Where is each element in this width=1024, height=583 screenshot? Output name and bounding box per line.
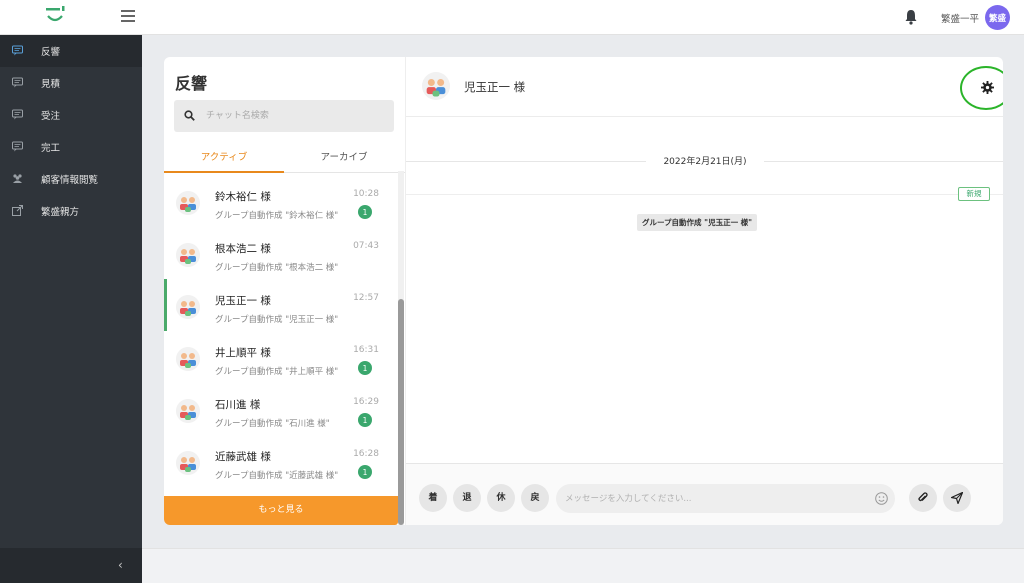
user-avatar[interactable]: 繁盛 <box>985 5 1010 30</box>
settings-button[interactable] <box>960 66 1003 110</box>
sidebar-item-hanjo-oyakata[interactable]: 繁盛親方 <box>0 195 142 227</box>
group-avatar-icon <box>422 72 450 100</box>
attach-button[interactable] <box>909 484 937 512</box>
quick-button-leave[interactable]: 退 <box>453 484 481 512</box>
chat-icon <box>12 141 23 152</box>
sidebar-item-customer-info[interactable]: 顧客情報閲覧 <box>0 163 142 195</box>
chat-tabs: アクティブ アーカイブ <box>164 146 405 173</box>
top-bar: 繁盛一平 繁盛 <box>0 0 1024 35</box>
sidebar: 反響 見積 受注 完工 顧客情報閲覧 繁盛親方 ‹ <box>0 35 142 583</box>
chat-preview: グループ自動作成 "根本浩二 様" <box>215 263 339 273</box>
search-icon <box>184 110 195 121</box>
quick-button-arrive[interactable]: 着 <box>419 484 447 512</box>
menu-toggle-button[interactable] <box>121 10 135 22</box>
group-avatar-icon <box>176 191 200 215</box>
chat-name: 近藤武雄 様 <box>215 451 271 463</box>
logo-icon[interactable] <box>44 6 66 26</box>
group-avatar-icon <box>176 243 200 267</box>
chat-time: 10:28 <box>353 189 379 199</box>
sidebar-item-hankyo[interactable]: 反響 <box>0 35 142 67</box>
system-message: グループ自動作成 "児玉正一 様" <box>637 214 758 231</box>
quick-button-rest[interactable]: 休 <box>487 484 515 512</box>
sidebar-item-label: 顧客情報閲覧 <box>41 175 99 186</box>
chat-name: 根本浩二 様 <box>215 243 271 255</box>
chat-list-item[interactable]: 井上順平 様 16:31 グループ自動作成 "井上順平 様" 1 <box>164 331 398 383</box>
chat-list-item[interactable]: 石川進 様 16:29 グループ自動作成 "石川進 様" 1 <box>164 383 398 435</box>
chat-list-title: 反響 <box>175 74 208 93</box>
chat-preview: グループ自動作成 "鈴木裕仁 様" <box>215 211 339 221</box>
chat-preview: グループ自動作成 "近藤武雄 様" <box>215 471 339 481</box>
sidebar-footer: ‹ <box>0 548 142 583</box>
load-more-button[interactable]: もっと見る <box>164 496 398 525</box>
group-avatar-icon <box>176 295 200 319</box>
chat-name: 石川進 様 <box>215 399 261 411</box>
scrollbar-thumb[interactable] <box>398 299 404 525</box>
chat-list-item[interactable]: 鈴木裕仁 様 10:28 グループ自動作成 "鈴木裕仁 様" 1 <box>164 175 398 227</box>
chat-time: 12:57 <box>353 293 379 303</box>
unread-badge: 1 <box>358 413 372 427</box>
send-icon <box>951 492 963 504</box>
chat-list-item-selected[interactable]: 児玉正一 様 12:57 グループ自動作成 "児玉正一 様" <box>164 279 398 331</box>
gear-icon <box>981 81 994 94</box>
group-avatar-icon <box>176 451 200 475</box>
sidebar-item-label: 完工 <box>41 143 61 154</box>
chat-list-item[interactable]: 近藤武雄 様 16:28 グループ自動作成 "近藤武雄 様" 1 <box>164 435 398 487</box>
message-input[interactable] <box>556 484 895 513</box>
group-avatar-icon <box>176 399 200 423</box>
sidebar-item-kanko[interactable]: 完工 <box>0 131 142 163</box>
chat-list: 鈴木裕仁 様 10:28 グループ自動作成 "鈴木裕仁 様" 1 根本浩二 様 … <box>164 175 398 495</box>
chat-search <box>174 100 394 132</box>
external-link-icon <box>12 205 23 216</box>
chat-preview: グループ自動作成 "石川進 様" <box>215 419 330 429</box>
chat-icon <box>12 45 23 56</box>
chat-time: 07:43 <box>353 241 379 251</box>
chat-panel: 児玉正一 様 2022年2月21日(月) 新規 グループ自動作成 "児玉正一 様… <box>405 57 1003 525</box>
chat-name: 鈴木裕仁 様 <box>215 191 271 203</box>
quick-button-return[interactable]: 戻 <box>521 484 549 512</box>
chat-list-scrollbar[interactable] <box>398 171 404 525</box>
chat-preview: グループ自動作成 "児玉正一 様" <box>215 315 339 325</box>
chat-time: 16:31 <box>353 345 379 355</box>
chat-icon <box>12 109 23 120</box>
chat-header: 児玉正一 様 <box>406 57 1003 117</box>
chat-list-item[interactable]: 根本浩二 様 07:43 グループ自動作成 "根本浩二 様" <box>164 227 398 279</box>
send-button[interactable] <box>943 484 971 512</box>
tab-active[interactable]: アクティブ <box>164 146 284 173</box>
new-badge: 新規 <box>958 187 990 201</box>
unread-badge: 1 <box>358 205 372 219</box>
footer-strip <box>142 548 1024 583</box>
chat-icon <box>12 77 23 88</box>
chat-search-input[interactable] <box>206 109 386 123</box>
tab-archive[interactable]: アーカイブ <box>284 146 404 173</box>
chat-list-panel: 反響 アクティブ アーカイブ 鈴木裕仁 様 10:28 グループ自動作成 "鈴木… <box>164 57 405 525</box>
date-label: 2022年2月21日(月) <box>646 154 764 168</box>
new-divider <box>406 194 1003 195</box>
sidebar-item-label: 反響 <box>41 47 61 58</box>
unread-badge: 1 <box>358 465 372 479</box>
chat-time: 16:29 <box>353 397 379 407</box>
chat-name: 児玉正一 様 <box>215 295 271 307</box>
chat-name: 井上順平 様 <box>215 347 271 359</box>
chat-time: 16:28 <box>353 449 379 459</box>
chat-title: 児玉正一 様 <box>464 80 526 94</box>
sidebar-item-label: 見積 <box>41 79 61 90</box>
message-composer: 着 退 休 戻 <box>406 463 1003 525</box>
collapse-sidebar-button[interactable]: ‹ <box>118 558 132 572</box>
group-avatar-icon <box>176 347 200 371</box>
unread-badge: 1 <box>358 361 372 375</box>
chat-preview: グループ自動作成 "井上順平 様" <box>215 367 339 377</box>
sidebar-item-label: 受注 <box>41 111 61 122</box>
bell-icon[interactable] <box>904 9 918 25</box>
sidebar-item-label: 繁盛親方 <box>41 207 80 218</box>
sidebar-item-mitsumori[interactable]: 見積 <box>0 67 142 99</box>
user-name[interactable]: 繁盛一平 <box>941 11 979 25</box>
paperclip-icon <box>918 492 928 502</box>
users-icon <box>13 174 22 183</box>
emoji-icon[interactable] <box>875 492 888 505</box>
sidebar-item-juchu[interactable]: 受注 <box>0 99 142 131</box>
